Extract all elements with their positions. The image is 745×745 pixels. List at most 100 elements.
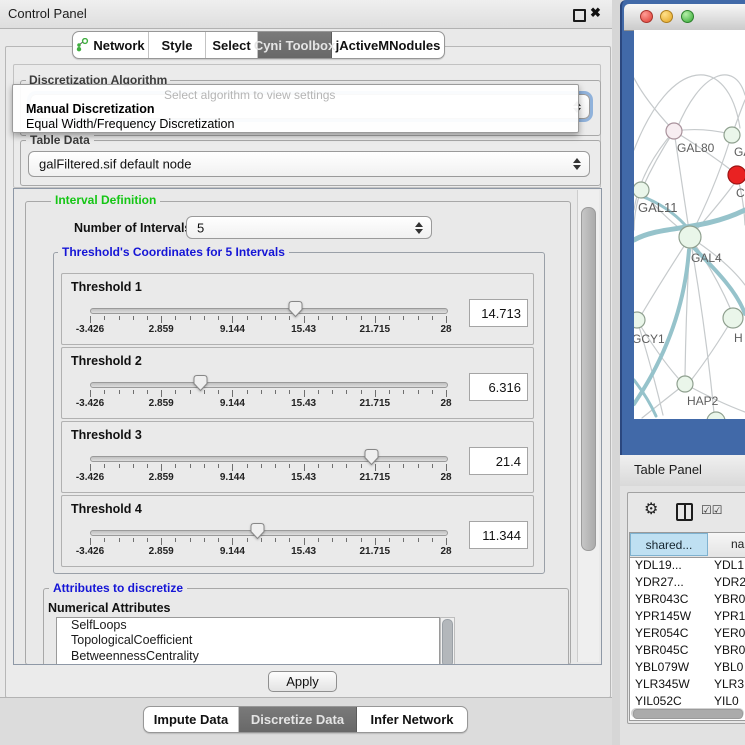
attributes-group-title: Attributes to discretize [49,582,187,595]
tick-marks [90,464,446,472]
tick-label: -3.426 [60,546,120,557]
tab-infer-network[interactable]: Infer Network [357,707,467,732]
list-scrollbar[interactable] [440,617,455,665]
app-root: Control Panel ✖ Network Style Select Cyn… [0,0,745,745]
svg-text:GCY1: GCY1 [634,332,665,346]
tick-label: 9.144 [202,324,262,335]
column-header-shared-name[interactable]: shared... [630,533,708,556]
table-row[interactable]: YDL19...YDL1 [630,557,745,574]
attribute-list-item[interactable]: SelfLoops [57,618,439,633]
svg-text:H: H [734,331,743,345]
dropdown-item-equal-width[interactable]: Equal Width/Frequency Discretization [26,117,234,131]
threshold-row: Threshold 2-3.4262.8599.14415.4321.71528 [61,347,534,419]
network-graph: GAL80GACGAL11GAL4GCY1HHAP2 [634,30,745,419]
zoom-traffic-light[interactable] [681,10,694,23]
tick-label: -3.426 [60,324,120,335]
list-scrollbar-thumb[interactable] [442,619,453,665]
slider-track[interactable] [90,308,448,314]
float-window-icon[interactable] [573,9,586,22]
svg-text:GAL4: GAL4 [691,251,722,265]
network-canvas[interactable]: GAL80GACGAL11GAL4GCY1HHAP2 [634,30,745,419]
tab-select[interactable]: Select [206,32,258,58]
numerical-attributes-label: Numerical Attributes [48,601,170,615]
apply-button[interactable]: Apply [268,671,337,692]
tab-discretize-data[interactable]: Discretize Data [239,707,357,732]
numerical-attributes-list[interactable]: SelfLoopsTopologicalCoefficientBetweenne… [56,617,440,665]
network-icon [76,38,89,52]
num-intervals-label: Number of Intervals [74,221,191,235]
tick-label: 9.144 [202,472,262,483]
num-intervals-spinner[interactable]: 5 [186,216,432,239]
tick-label: -3.426 [60,472,120,483]
tab-jactivemnodules[interactable]: jActiveMNodules [332,32,444,58]
tab-impute-data[interactable]: Impute Data [144,707,239,732]
column-header-name[interactable]: na [709,533,745,556]
tick-marks [90,316,446,324]
spinner-arrows-icon [415,222,423,234]
attribute-list-item[interactable]: TopologicalCoefficient [57,633,439,648]
threshold-value-input[interactable] [469,299,528,327]
attribute-list-item[interactable]: BetweennessCentrality [57,649,439,664]
network-window-titlebar [624,4,745,31]
tick-label: 9.144 [202,398,262,409]
threshold-row: Threshold 3-3.4262.8599.14415.4321.71528 [61,421,534,493]
tick-label: 21.715 [345,324,405,335]
settings-scrollpane: Interval Definition Number of Intervals … [13,188,602,665]
column-layout-icon[interactable] [676,503,693,521]
threshold-label: Threshold 2 [71,354,142,368]
table-row[interactable]: YBR045CYBR0 [630,642,745,659]
table-panel-title: Table Panel [634,462,702,477]
tick-label: 28 [416,324,476,335]
horizontal-scrollbar-thumb[interactable] [633,709,743,719]
minimize-traffic-light[interactable] [660,10,673,23]
combo-arrows-icon [573,158,581,170]
table-data-group-title: Table Data [26,134,94,147]
window-title: Control Panel [8,6,87,21]
table-panel-titlebar: Table Panel [620,455,745,487]
table-row[interactable]: YLR345WYLR3 [630,676,745,693]
threshold-value-input[interactable] [469,521,528,549]
gear-icon[interactable]: ⚙ [644,499,658,519]
table-data-combo-value: galFiltered.sif default node [39,157,191,172]
algorithm-dropdown-popup: Select algorithm to view settings Manual… [12,84,579,133]
close-icon[interactable]: ✖ [590,5,601,21]
tick-label: 28 [416,546,476,557]
svg-text:GAL80: GAL80 [677,141,715,155]
svg-text:C: C [736,186,745,200]
vertical-scrollbar[interactable] [577,190,599,662]
threshold-value-input[interactable] [469,447,528,475]
tick-label: 15.43 [274,398,334,409]
table-row[interactable]: YPR145WYPR1 [630,608,745,625]
dropdown-placeholder-item[interactable]: Select algorithm to view settings [164,88,335,102]
vertical-scrollbar-thumb[interactable] [581,207,596,551]
table-data-combo[interactable]: galFiltered.sif default node [28,151,590,177]
slider-track[interactable] [90,530,448,536]
tick-label: 21.715 [345,472,405,483]
slider-track[interactable] [90,382,448,388]
horizontal-scrollbar[interactable] [631,708,744,718]
slider-track[interactable] [90,456,448,462]
node-table: shared... na YDL19...YDL1YDR27...YDR2YBR… [629,532,745,721]
threshold-label: Threshold 4 [71,502,142,516]
tick-label: 28 [416,398,476,409]
table-row[interactable]: YDR27...YDR2 [630,574,745,591]
table-row[interactable]: YER054CYER0 [630,625,745,642]
dropdown-item-manual[interactable]: Manual Discretization [26,102,155,116]
table-header-row: shared... na [630,533,745,558]
tab-style[interactable]: Style [149,32,206,58]
table-row[interactable]: YBL079WYBL0 [630,659,745,676]
table-row[interactable]: YIL052CYIL0 [630,693,745,707]
tab-cyni-toolbox[interactable]: Cyni Toolbox [258,32,332,58]
select-columns-icon[interactable]: ☑☑ [701,503,723,517]
tab-network[interactable]: Network [73,32,149,58]
tick-marks [90,538,446,546]
close-traffic-light[interactable] [640,10,653,23]
threshold-value-input[interactable] [469,373,528,401]
svg-text:GAL11: GAL11 [638,200,678,215]
threshold-row: Threshold 1-3.4262.8599.14415.4321.71528 [61,273,534,345]
tick-label: 21.715 [345,398,405,409]
thresholds-group-title: Threshold's Coordinates for 5 Intervals [58,246,289,259]
table-row[interactable]: YBR043CYBR0 [630,591,745,608]
threshold-label: Threshold 3 [71,428,142,442]
tick-label: -3.426 [60,398,120,409]
